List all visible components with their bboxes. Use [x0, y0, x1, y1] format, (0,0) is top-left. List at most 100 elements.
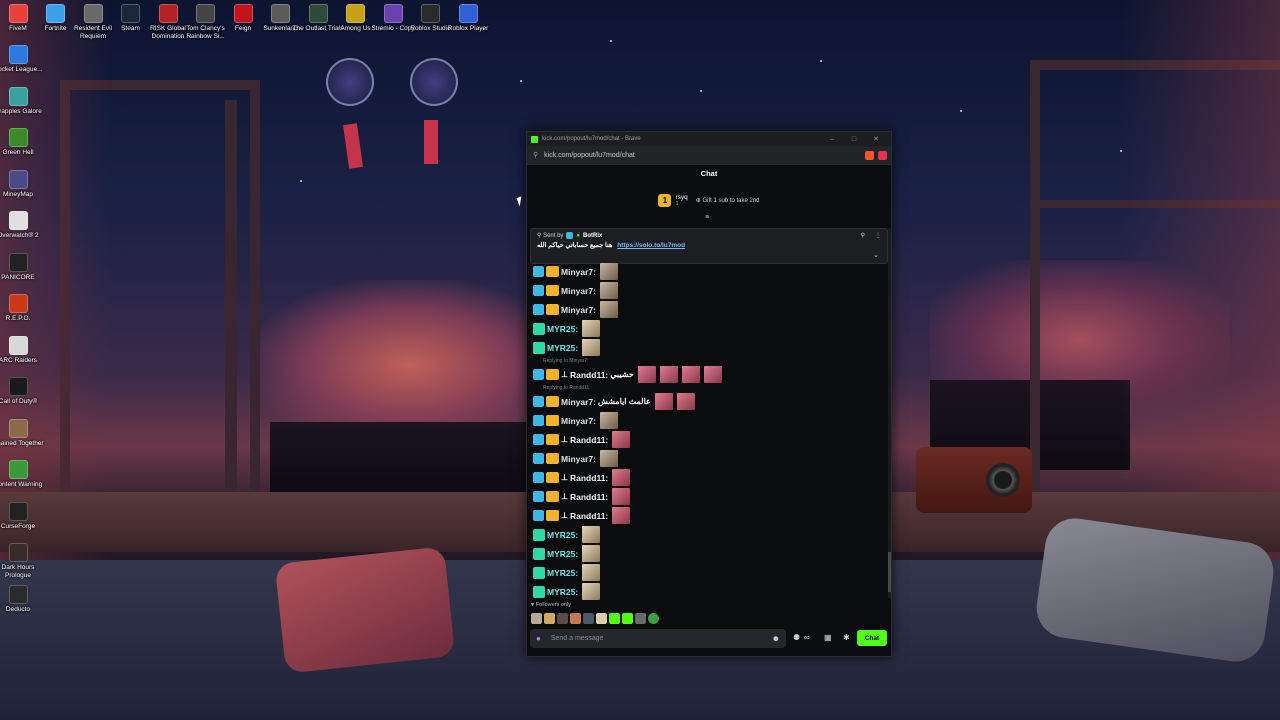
maximize-icon[interactable]: □ — [843, 136, 865, 143]
desktop-icon[interactable]: Chained Together — [0, 418, 44, 448]
chat-username[interactable]: Minyar7: — [561, 454, 596, 464]
minimize-icon[interactable]: – — [821, 136, 843, 143]
sub-goal[interactable]: 1 rsyq 1 ⊕ Gift 1 sub to take 2nd — [527, 183, 891, 217]
desktop-icon[interactable]: CurseForge — [0, 501, 44, 531]
chat-username[interactable]: Randd11: — [570, 370, 608, 380]
chat-message[interactable]: MYR25: — [533, 525, 883, 544]
emote-image[interactable] — [582, 526, 601, 543]
chat-username[interactable]: Minyar7: — [561, 305, 596, 315]
pinned-sender[interactable]: BotRix — [583, 233, 602, 239]
emote-image[interactable] — [582, 545, 601, 562]
quick-emote[interactable] — [583, 613, 594, 624]
desktop-icon[interactable]: R.E.P.O. — [0, 294, 44, 323]
desktop-icon[interactable]: Deducto — [0, 584, 44, 614]
quick-emote[interactable] — [609, 613, 620, 624]
desktop-icon[interactable]: Roblox Player — [442, 4, 494, 33]
close-icon[interactable]: ✕ — [865, 135, 887, 143]
chat-message[interactable]: MYR25: — [533, 544, 883, 563]
reply-context[interactable]: Replying to Minyar7: — [533, 357, 883, 365]
chat-message[interactable]: Minyar7: — [533, 449, 883, 468]
chat-message[interactable]: Minyar7: — [533, 262, 883, 281]
chat-message[interactable]: ⊥ Randd11: حشيبي — [533, 365, 883, 384]
desktop-icon[interactable]: ARC Raiders — [0, 335, 44, 365]
send-chat-button[interactable]: Chat — [857, 630, 887, 646]
chat-message[interactable]: ⊥ Randd11: — [533, 487, 883, 506]
title-bar[interactable]: kick.com/popout/lu7mod/chat - Brave – □ … — [527, 132, 891, 146]
quick-emote[interactable] — [596, 613, 607, 624]
message-input[interactable] — [548, 634, 772, 643]
chat-message[interactable]: MYR25: — [533, 319, 883, 338]
desktop-icon[interactable]: Grapples Galore — [0, 86, 44, 116]
filter-icon[interactable]: ≡ — [705, 214, 709, 221]
emote-image[interactable] — [599, 450, 618, 467]
points-icon[interactable]: ⚉ — [793, 633, 800, 642]
desktop-icon[interactable]: Green Hell — [0, 128, 44, 157]
emote-image[interactable] — [654, 393, 673, 410]
chat-username[interactable]: MYR25: — [547, 549, 578, 559]
chat-message[interactable]: MYR25: — [533, 582, 883, 601]
chat-username[interactable]: Minyar7: — [561, 397, 596, 407]
quick-emote[interactable] — [570, 613, 581, 624]
emote-image[interactable] — [703, 366, 722, 383]
brave-rewards-icon[interactable] — [878, 150, 887, 160]
emote-image[interactable] — [599, 301, 618, 318]
chat-username[interactable]: Minyar7: — [561, 267, 596, 277]
chat-username[interactable]: Randd11: — [570, 473, 608, 483]
chat-message[interactable]: ⊥ Randd11: — [533, 468, 883, 487]
store-icon[interactable]: ▦ — [824, 633, 832, 642]
chat-message[interactable]: ⊥ Randd11: — [533, 506, 883, 525]
desktop-icon[interactable]: PANICORE — [0, 252, 44, 282]
quick-emote[interactable] — [635, 613, 646, 624]
desktop-icon[interactable]: Dark Hours Prologue — [0, 543, 44, 579]
message-input-bar[interactable]: ● ☻ — [530, 629, 786, 648]
chat-message[interactable]: MYR25: — [533, 338, 883, 357]
quick-emote[interactable] — [544, 613, 555, 624]
emote-image[interactable] — [582, 583, 601, 600]
emote-image[interactable] — [659, 366, 678, 383]
chat-username[interactable]: Randd11: — [570, 435, 608, 445]
emote-image[interactable] — [582, 320, 601, 337]
unpin-icon[interactable]: ⚲ — [861, 232, 865, 239]
emote-image[interactable] — [582, 564, 601, 581]
site-info-icon[interactable]: ⚲ — [533, 151, 538, 159]
reply-context[interactable]: Replying to Randd11: — [533, 384, 883, 392]
emote-image[interactable] — [599, 412, 618, 429]
pinned-message[interactable]: ⚲ Sent by ● BotRix ⚲ ⋮ هنا جميع حساباتي … — [530, 228, 888, 264]
emote-image[interactable] — [637, 366, 656, 383]
browser-window[interactable]: kick.com/popout/lu7mod/chat - Brave – □ … — [526, 131, 892, 657]
chat-message[interactable]: Minyar7: — [533, 281, 883, 300]
chat-message[interactable]: Minyar7: — [533, 411, 883, 430]
emote-image[interactable] — [612, 431, 631, 448]
microphone-icon[interactable]: ● — [536, 634, 541, 643]
emote-image[interactable] — [612, 507, 631, 524]
emote-image[interactable] — [676, 393, 695, 410]
emote-image[interactable] — [599, 282, 618, 299]
chat-username[interactable]: MYR25: — [547, 324, 578, 334]
chat-username[interactable]: Randd11: — [570, 511, 608, 521]
emote-image[interactable] — [599, 263, 618, 280]
brave-shields-icon[interactable] — [865, 150, 874, 160]
chat-scrollbar[interactable] — [888, 228, 891, 598]
desktop-icon[interactable]: Call of Duty® — [0, 377, 44, 406]
emote-image[interactable] — [612, 488, 631, 505]
desktop-icon[interactable]: Content Warning — [0, 460, 44, 489]
desktop-icon[interactable]: MineyMap — [0, 169, 44, 199]
quick-emote[interactable] — [622, 613, 633, 624]
quick-emote-bar[interactable] — [531, 613, 659, 624]
chat-message[interactable]: MYR25: — [533, 563, 883, 582]
quick-emote[interactable] — [648, 613, 659, 624]
quick-emote[interactable] — [531, 613, 542, 624]
chat-scroll-thumb[interactable] — [888, 552, 891, 592]
desktop-icon[interactable]: Overwatch® 2 — [0, 211, 44, 240]
link-icon[interactable]: ∞ — [804, 633, 810, 642]
chat-username[interactable]: Minyar7: — [561, 416, 596, 426]
chevron-down-icon[interactable]: ⌄ — [873, 251, 879, 259]
pinned-link[interactable]: https://solo.to/lu7mod — [617, 242, 685, 249]
chat-message-list[interactable]: Minyar7: Minyar7: Minyar7: MYR25: MYR25: Repl… — [533, 262, 883, 601]
chat-username[interactable]: MYR25: — [547, 587, 578, 597]
emote-image[interactable] — [681, 366, 700, 383]
chat-message[interactable]: ⊥ Randd11: — [533, 430, 883, 449]
chat-username[interactable]: MYR25: — [547, 343, 578, 353]
desktop-icon[interactable]: Rocket League... — [0, 45, 44, 74]
chat-message[interactable]: Minyar7: — [533, 300, 883, 319]
